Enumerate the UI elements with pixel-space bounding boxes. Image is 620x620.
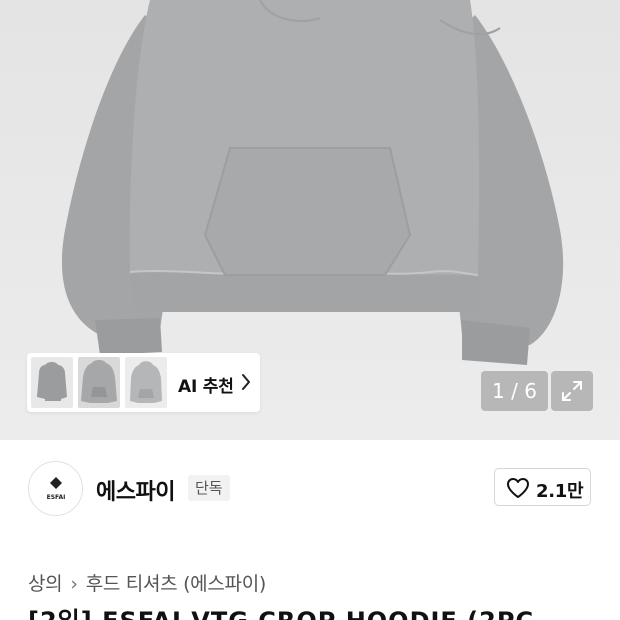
image-counter: 1 / 6 (481, 371, 548, 411)
brand-name[interactable]: 에스파이 (96, 474, 175, 506)
thumbnail-1[interactable] (31, 357, 73, 408)
like-button[interactable]: 2.1만 (494, 468, 591, 506)
like-count: 2.1만 (536, 481, 584, 502)
exclusive-badge: 단독 (188, 475, 230, 501)
heart-outline-icon (507, 478, 529, 498)
ai-recommend-label: AI 추천 (178, 377, 234, 397)
chevron-right-icon: › (70, 573, 78, 595)
product-title: [2입] ESFAI VTG CROP HOODIE (2PC (28, 606, 534, 620)
breadcrumb-item-hoodie[interactable]: 후드 티셔츠 (에스파이) (86, 573, 267, 595)
breadcrumb: 상의 › 후드 티셔츠 (에스파이) (28, 569, 266, 596)
chevron-right-icon (242, 374, 250, 390)
brand-logo[interactable]: ESFAI (28, 461, 83, 516)
thumbnail-2[interactable] (78, 357, 120, 408)
thumbnail-3[interactable] (125, 357, 167, 408)
brand-logo-text: ESFAI (47, 494, 66, 501)
brand-row: ESFAI 에스파이 단독 2.1만 (0, 440, 620, 540)
product-image-gallery[interactable]: AI 추천 1 / 6 (0, 0, 620, 440)
expand-icon (562, 381, 582, 401)
ai-recommend-panel[interactable]: AI 추천 (27, 353, 260, 412)
breadcrumb-item-top[interactable]: 상의 (28, 573, 63, 595)
expand-button[interactable] (551, 371, 593, 411)
